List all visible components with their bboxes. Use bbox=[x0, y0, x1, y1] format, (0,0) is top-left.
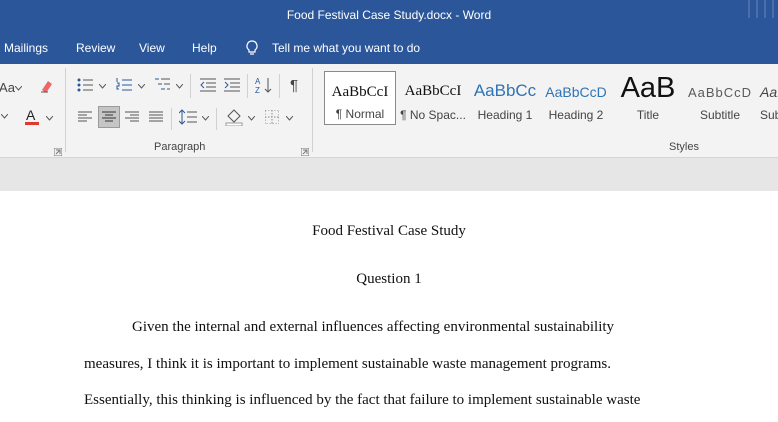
svg-text:A: A bbox=[255, 77, 261, 86]
show-formatting-marks-icon[interactable]: ¶ bbox=[285, 75, 303, 95]
title-bar: Food Festival Case Study.docx - Word bbox=[0, 0, 778, 33]
separator bbox=[279, 74, 280, 98]
window-edge-decoration bbox=[748, 0, 776, 18]
style-name: Heading 1 bbox=[477, 108, 533, 122]
paragraph-dialog-launcher-icon[interactable] bbox=[300, 143, 310, 157]
style-no-spacing[interactable]: AaBbCcI ¶ No Spac... bbox=[397, 71, 469, 125]
tab-view[interactable]: View bbox=[139, 41, 165, 55]
ribbon-tab-bar: Mailings Review View Help Tell me what y… bbox=[0, 33, 778, 64]
borders-chevron-icon[interactable] bbox=[285, 114, 293, 122]
multilevel-chevron-icon[interactable] bbox=[175, 82, 183, 90]
bullets-chevron-icon[interactable] bbox=[98, 82, 106, 90]
svg-text:Z: Z bbox=[255, 86, 260, 94]
body-text-line: measures, I think it is important to imp… bbox=[84, 356, 611, 372]
justify-icon[interactable] bbox=[147, 108, 165, 126]
tab-help[interactable]: Help bbox=[192, 41, 217, 55]
style-subtitle[interactable]: AaBbCcD Subtitle bbox=[685, 71, 755, 125]
separator bbox=[171, 108, 172, 130]
style-name: Subtitle bbox=[699, 108, 741, 122]
style-sample: AaBbCc bbox=[473, 81, 537, 100]
style-heading-2[interactable]: AaBbCcD Heading 2 bbox=[541, 71, 611, 125]
ribbon: Aa A AZ ¶ Paragraph AaBbCcI ¶ Normal AaB… bbox=[0, 64, 778, 158]
style-sample: AaBbCcI bbox=[331, 84, 389, 100]
paragraph-group-label: Paragraph bbox=[154, 141, 206, 153]
style-name: Title bbox=[636, 108, 660, 122]
highlight-chevron-icon[interactable] bbox=[0, 108, 8, 124]
style-sample: AaBbCcD bbox=[687, 85, 753, 100]
multilevel-list-icon[interactable] bbox=[153, 76, 171, 94]
body-text-line: Given the internal and external influenc… bbox=[132, 319, 615, 335]
align-center-icon[interactable] bbox=[98, 106, 120, 128]
style-sample: AaI bbox=[760, 84, 778, 100]
document-title: Food Festival Case Study bbox=[312, 223, 466, 239]
style-name: ¶ No Spac... bbox=[400, 108, 466, 122]
borders-icon[interactable] bbox=[263, 108, 281, 126]
ruler-area bbox=[0, 158, 778, 191]
shading-chevron-icon[interactable] bbox=[247, 114, 255, 122]
style-name: Heading 2 bbox=[548, 108, 604, 122]
window-title: Food Festival Case Study.docx - Word bbox=[286, 8, 492, 22]
document-page[interactable]: Food Festival Case Study Question 1 Give… bbox=[0, 191, 778, 422]
font-size-grow-button[interactable]: Aa bbox=[0, 78, 15, 96]
sort-icon[interactable]: AZ bbox=[254, 75, 274, 95]
separator bbox=[190, 74, 191, 98]
style-title[interactable]: AaB Title bbox=[612, 71, 684, 125]
font-color-chevron-icon[interactable] bbox=[45, 114, 53, 122]
numbering-icon[interactable] bbox=[115, 76, 133, 94]
lightbulb-icon[interactable] bbox=[245, 40, 259, 56]
align-right-icon[interactable] bbox=[123, 108, 141, 126]
group-separator bbox=[312, 68, 313, 152]
chevron-down-icon[interactable] bbox=[14, 84, 22, 92]
style-heading-1[interactable]: AaBbCc Heading 1 bbox=[470, 71, 540, 125]
shading-icon[interactable] bbox=[224, 107, 244, 127]
numbering-chevron-icon[interactable] bbox=[137, 82, 145, 90]
group-separator bbox=[65, 68, 66, 152]
tab-review[interactable]: Review bbox=[76, 41, 115, 55]
separator bbox=[247, 74, 248, 98]
svg-text:A: A bbox=[26, 107, 36, 123]
increase-indent-icon[interactable] bbox=[222, 76, 242, 94]
tell-me-search[interactable]: Tell me what you want to do bbox=[272, 41, 420, 55]
styles-group-label: Styles bbox=[669, 141, 699, 153]
separator bbox=[216, 108, 217, 130]
line-spacing-icon[interactable] bbox=[178, 107, 198, 127]
decrease-indent-icon[interactable] bbox=[198, 76, 218, 94]
style-sample: AaBbCcI bbox=[404, 83, 462, 99]
style-name: ¶ Normal bbox=[335, 107, 385, 121]
font-color-icon[interactable]: A bbox=[22, 106, 42, 128]
style-sample: AaB bbox=[620, 72, 676, 104]
clear-formatting-icon[interactable] bbox=[38, 76, 56, 96]
body-text-line: Essentially, this thinking is influenced… bbox=[84, 392, 641, 408]
font-dialog-launcher-icon[interactable] bbox=[53, 143, 63, 157]
line-spacing-chevron-icon[interactable] bbox=[201, 114, 209, 122]
style-normal[interactable]: AaBbCcI ¶ Normal bbox=[324, 71, 396, 125]
bullets-icon[interactable] bbox=[76, 76, 94, 94]
align-left-icon[interactable] bbox=[76, 108, 94, 126]
style-name: Sub bbox=[760, 108, 778, 122]
style-sample: AaBbCcD bbox=[545, 84, 607, 100]
tab-mailings[interactable]: Mailings bbox=[4, 41, 48, 55]
question-heading: Question 1 bbox=[356, 271, 422, 287]
style-subtle-emphasis[interactable]: AaI Sub bbox=[756, 71, 778, 125]
